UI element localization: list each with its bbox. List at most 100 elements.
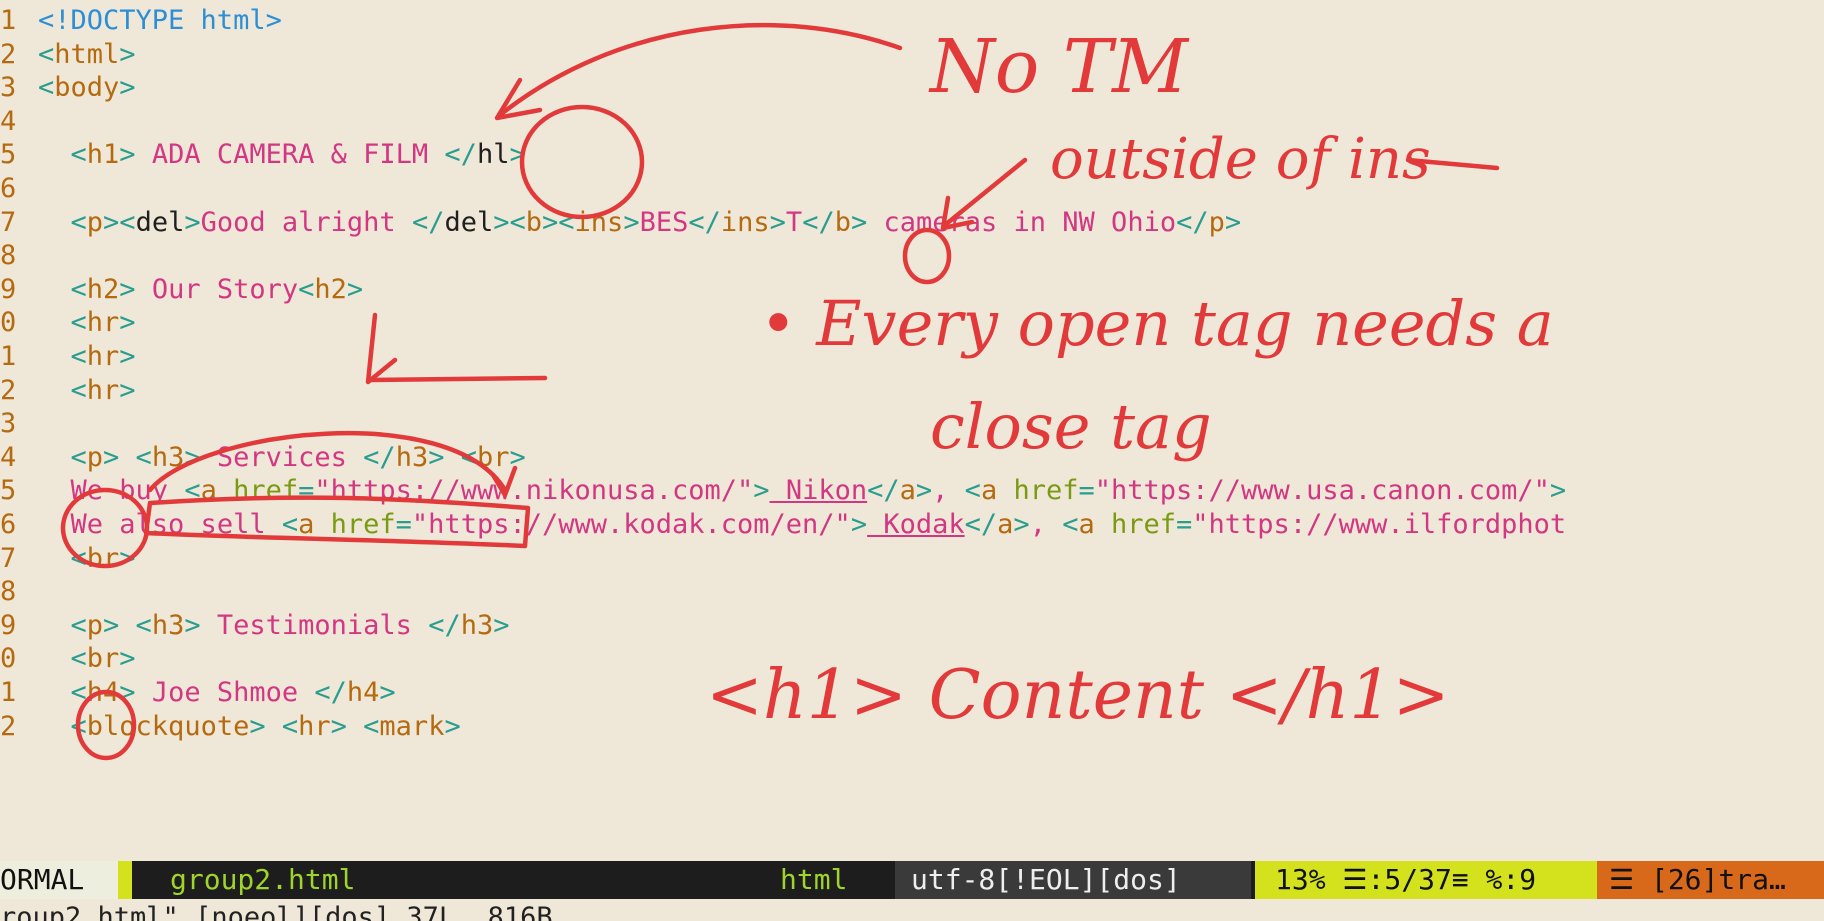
code-token: hr bbox=[298, 710, 331, 742]
code-token: a bbox=[899, 475, 916, 507]
code-token: > bbox=[850, 509, 868, 540]
mode-separator bbox=[118, 861, 132, 899]
code-token: We buy bbox=[70, 475, 185, 507]
code-token: < bbox=[281, 509, 299, 540]
code-token: > bbox=[119, 273, 152, 305]
code-token: Kodak bbox=[867, 509, 965, 540]
code-token: Nikon bbox=[769, 475, 868, 507]
cursor-position: 13% ☰:5/37≡ %:9 bbox=[1255, 861, 1615, 899]
code-token: < bbox=[298, 273, 315, 305]
code-token: < bbox=[70, 710, 87, 742]
code-token: < bbox=[70, 206, 87, 238]
code-content: We also sell <a href="https://www.kodak.… bbox=[38, 509, 1567, 540]
code-token: > < bbox=[103, 609, 152, 641]
code-token: Joe Shmoe bbox=[151, 677, 315, 708]
filename: group2.html bbox=[170, 863, 356, 896]
code-token: > bbox=[915, 475, 933, 507]
code-content: <h1> ADA CAMERA & FILM </hl> bbox=[38, 139, 526, 170]
code-content: <p> <h3> Services </h3> <br> bbox=[38, 442, 526, 473]
code-token: > bbox=[119, 374, 136, 406]
code-line[interactable]: 2 <blockquote> <hr> <mark> bbox=[0, 707, 1824, 746]
code-token: >< bbox=[542, 206, 575, 238]
code-token: h3 bbox=[151, 609, 185, 641]
code-token: del bbox=[444, 206, 494, 238]
code-token: > bbox=[1549, 475, 1567, 507]
code-token: > < bbox=[103, 441, 152, 473]
code-token: cameras in NW Ohio bbox=[883, 206, 1177, 238]
code-token: hl bbox=[476, 139, 510, 171]
code-token: b bbox=[525, 206, 543, 238]
code-token: Good alright bbox=[200, 206, 412, 238]
code-content: <br> bbox=[38, 643, 136, 674]
code-token: "https://www.nikonusa.com/" bbox=[314, 475, 754, 507]
code-token: < bbox=[70, 273, 87, 305]
code-token: > bbox=[119, 677, 152, 708]
code-token: > bbox=[119, 139, 152, 171]
code-token: > bbox=[769, 206, 786, 238]
code-token: > bbox=[119, 307, 136, 339]
code-token: body bbox=[54, 72, 120, 104]
code-token: hr bbox=[86, 341, 120, 372]
code-token: > bbox=[753, 475, 770, 507]
command-line[interactable]: roup2.html" [noeol][dos] 37L, 816B bbox=[0, 899, 1824, 921]
code-token: href bbox=[233, 475, 299, 507]
code-token: p bbox=[1208, 206, 1225, 238]
code-token: hr bbox=[86, 307, 120, 339]
code-token: </ bbox=[411, 206, 445, 238]
code-token: > bbox=[509, 441, 526, 473]
code-token: > bbox=[1224, 206, 1242, 238]
code-token: < bbox=[70, 677, 87, 708]
code-token: < bbox=[38, 72, 55, 104]
code-token: > bbox=[493, 609, 510, 641]
code-token: Our Story bbox=[151, 273, 299, 305]
code-editor[interactable]: 1 <!DOCTYPE html> 2 <html> 3 <body> 4 5 <h1> AD… bbox=[0, 0, 1824, 860]
code-token: </ bbox=[363, 441, 396, 473]
code-token: a bbox=[200, 475, 234, 507]
code-content: <hr> bbox=[38, 375, 136, 406]
code-token: > bbox=[850, 206, 884, 238]
code-token: < bbox=[38, 38, 55, 70]
code-token: <!DOCTYPE html> bbox=[38, 5, 282, 36]
code-token: , bbox=[1029, 509, 1063, 540]
code-token: </ bbox=[428, 609, 461, 641]
warning-indicator: ☰ [26]tra… bbox=[1597, 861, 1824, 899]
code-token: </ bbox=[688, 206, 721, 238]
code-token: < bbox=[1062, 509, 1079, 540]
code-token: </ bbox=[444, 139, 477, 171]
code-token: > bbox=[119, 542, 136, 574]
code-token: >< bbox=[493, 206, 526, 238]
code-token: p bbox=[86, 609, 104, 641]
code-token: a bbox=[997, 509, 1014, 540]
code-token: = bbox=[298, 475, 315, 507]
code-token: > bbox=[184, 609, 217, 641]
code-token: We also sell bbox=[70, 509, 282, 540]
code-content: <!DOCTYPE html> bbox=[38, 5, 282, 36]
code-content: <body> bbox=[38, 72, 136, 103]
code-token: > bbox=[623, 206, 640, 238]
code-token: >< bbox=[103, 206, 136, 238]
code-token: > bbox=[119, 72, 136, 104]
mode-indicator: ORMAL bbox=[0, 861, 118, 899]
code-token: < bbox=[70, 441, 87, 473]
code-token: blockquote bbox=[86, 710, 250, 742]
code-token: > bbox=[119, 643, 136, 675]
code-content: <hr> bbox=[38, 307, 136, 338]
code-token: > < bbox=[249, 710, 299, 742]
code-token: < bbox=[70, 643, 87, 675]
code-token: ins bbox=[574, 206, 624, 238]
code-token: < bbox=[70, 374, 87, 406]
code-token: href bbox=[1013, 475, 1079, 507]
code-token: < bbox=[70, 139, 87, 171]
code-token: </ bbox=[964, 509, 998, 540]
code-token: BES bbox=[639, 206, 689, 238]
code-token: </ bbox=[314, 677, 347, 708]
code-token: href bbox=[330, 509, 396, 540]
code-token: br bbox=[86, 542, 120, 574]
